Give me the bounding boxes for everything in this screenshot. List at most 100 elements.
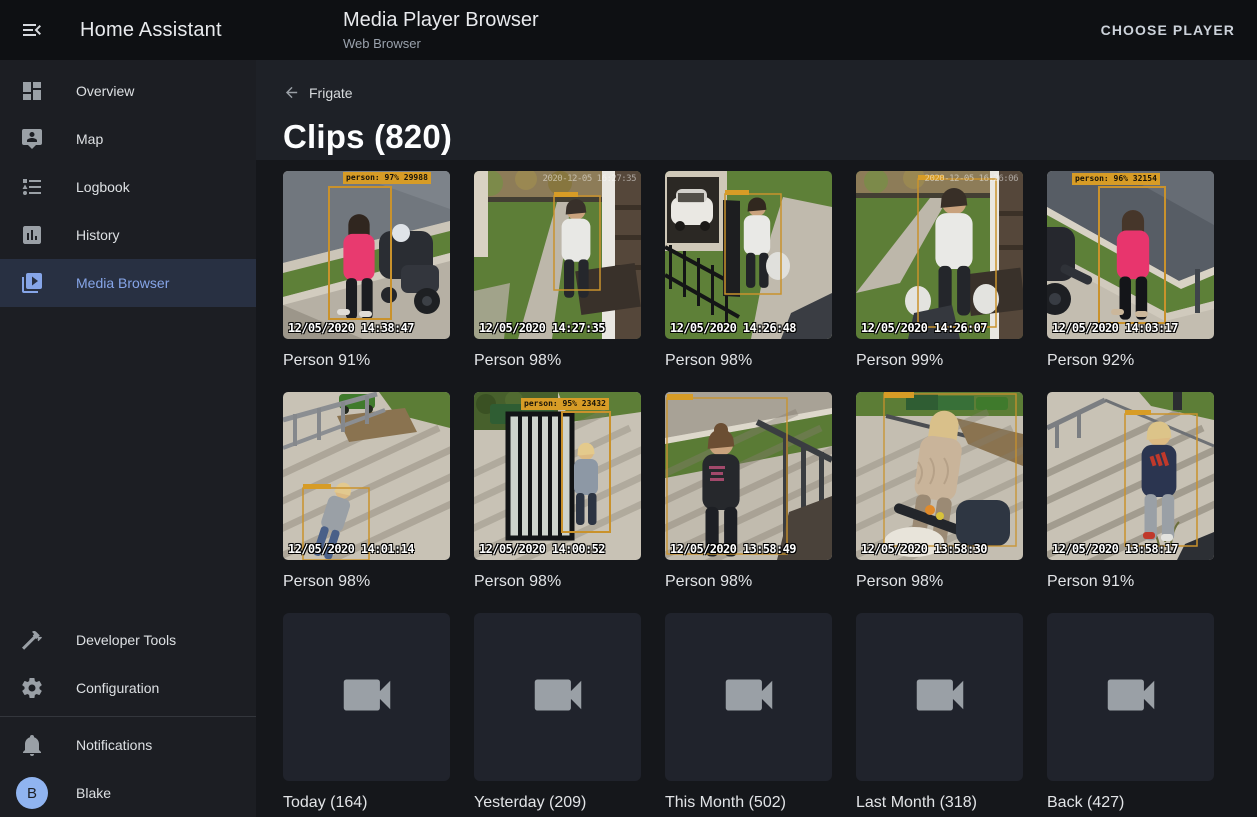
folder-card-yesterday-209-[interactable]: Yesterday (209) [474,613,641,812]
clip-scene-image [474,171,641,339]
clip-thumbnail[interactable]: person: 95% 2343212/05/2020 14:00:52 [474,392,641,560]
clip-timestamp-overlay: 12/05/2020 14:26:48 [670,321,796,335]
folder-label: Yesterday (209) [474,793,641,812]
sidebar-item-developer-tools[interactable]: Developer Tools [0,616,256,664]
sidebar-item-map[interactable]: Map [0,115,256,163]
sidebar-item-configuration[interactable]: Configuration [0,664,256,712]
history-icon [20,223,44,247]
video-icon [909,664,971,731]
camera-osd-timestamp: 2020-12-05 16:26:06 [925,174,1018,184]
clip-card[interactable]: 12/05/2020 14:26:48 Person 98% [665,171,832,370]
app-title: Home Assistant [80,19,222,42]
folder-tile[interactable] [856,613,1023,781]
clip-caption: Person 98% [474,572,641,591]
clip-thumbnail[interactable]: 2020-12-05 16:27:3512/05/2020 14:27:35 [474,171,641,339]
notifications-label: Notifications [76,737,152,753]
choose-player-button[interactable]: CHOOSE PLAYER [1089,0,1247,60]
gear-icon [20,676,44,700]
folder-tile[interactable] [474,613,641,781]
sidebar-item-history[interactable]: History [0,211,256,259]
folder-card-this-month-502-[interactable]: This Month (502) [665,613,832,812]
logbook-icon [20,175,44,199]
sidebar-item-media-browser[interactable]: Media Browser [0,259,256,307]
clip-card[interactable]: 12/05/2020 14:01:14Person 98% [283,392,450,591]
clip-thumbnail[interactable]: 2020-12-05 16:26:06 12/05/2020 14:26:07 [856,171,1023,339]
detection-label: person: 97% 29988 [343,172,431,184]
home-assistant-app: Home Assistant Media Player Browser Web … [0,0,1257,817]
clip-thumbnail[interactable]: person: 97% 29988 12/05/2020 14:38:47 [283,171,450,339]
clip-thumbnail[interactable]: 12/05/2020 14:01:14 [283,392,450,560]
clip-scene-image [1047,171,1214,339]
clip-thumbnail[interactable]: 12/05/2020 14:26:48 [665,171,832,339]
folder-tile[interactable] [283,613,450,781]
sidebar-item-logbook[interactable]: Logbook [0,163,256,211]
media-icon [20,271,44,295]
media-browser-subtitle: Web Browser [343,37,539,50]
video-icon [336,664,398,731]
clips-grid: person: 97% 29988 12/05/2020 14:38:47 Pers… [256,160,1216,613]
clip-scene-image [665,392,832,560]
clip-card[interactable]: person: 96% 3215412/05/2020 14:03:17 Pers… [1047,171,1214,370]
clip-timestamp-overlay: 12/05/2020 13:58:30 [861,542,987,556]
clip-timestamp-overlay: 12/05/2020 14:26:07 [861,321,987,335]
sidebar-item-user-profile[interactable]: B Blake [0,769,256,817]
clip-caption: Person 98% [856,572,1023,591]
folder-tile[interactable] [665,613,832,781]
clip-thumbnail[interactable]: 12/05/2020 13:58:30 [856,392,1023,560]
bell-icon [20,733,44,757]
clip-timestamp-overlay: 12/05/2020 14:01:14 [288,542,414,556]
clip-scene-image [1047,392,1214,560]
clip-caption: Person 91% [1047,572,1214,591]
clip-card[interactable]: 12/05/2020 13:58:49 Person 98% [665,392,832,591]
clip-timestamp-overlay: 12/05/2020 13:58:49 [670,542,796,556]
breadcrumb-label: Frigate [309,85,353,101]
breadcrumb-frigate[interactable]: Frigate [283,60,353,101]
clip-caption: Person 98% [665,572,832,591]
sidebar-item-label: Logbook [76,179,130,195]
content-header: Frigate Clips (820) [256,60,1257,160]
user-avatar: B [16,777,48,809]
clip-card[interactable]: 2020-12-05 16:26:0612/05/2020 14:26:07Pe… [856,171,1023,370]
clip-thumbnail[interactable]: person: 96% 3215412/05/2020 14:03:17 [1047,171,1214,339]
folder-label: Back (427) [1047,793,1214,812]
clip-scene-image [474,392,641,560]
page-title: Clips (820) [283,118,1257,156]
clip-thumbnail[interactable]: 12/05/2020 13:58:17 [1047,392,1214,560]
clip-caption: Person 91% [283,351,450,370]
folder-label: Today (164) [283,793,450,812]
video-icon [1100,664,1162,731]
clip-card[interactable]: person: 97% 29988 12/05/2020 14:38:47 Pers… [283,171,450,370]
camera-osd-timestamp: 2020-12-05 16:27:35 [543,174,636,184]
clip-scene-image [665,171,832,339]
user-name: Blake [76,785,111,801]
clip-card[interactable]: 12/05/2020 13:58:30 Person 98% [856,392,1023,591]
sidebar-item-label: Media Browser [76,275,169,291]
sidebar-nav: Overview Map Logbook History Media Browser [0,60,256,307]
sidebar-toggle-button[interactable] [20,18,44,42]
media-browser-title: Media Player Browser [343,10,539,30]
clip-scene-image [283,171,450,339]
clip-card[interactable]: 12/05/2020 13:58:17 Person 91% [1047,392,1214,591]
clip-card[interactable]: 2020-12-05 16:27:3512/05/2020 14:27:35Pe… [474,171,641,370]
sidebar-divider [0,716,256,717]
clip-scene-image [856,392,1023,560]
sidebar-item-label: Overview [76,83,134,99]
clip-timestamp-overlay: 12/05/2020 14:03:17 [1052,321,1178,335]
clip-caption: Person 92% [1047,351,1214,370]
top-app-bar: Home Assistant Media Player Browser Web … [0,0,1257,60]
folder-card-back-427-[interactable]: Back (427) [1047,613,1214,812]
sidebar-item-label: Configuration [76,680,159,696]
folder-card-today-164-[interactable]: Today (164) [283,613,450,812]
folder-card-last-month-318-[interactable]: Last Month (318) [856,613,1023,812]
clip-timestamp-overlay: 12/05/2020 13:58:17 [1052,542,1178,556]
folder-tile[interactable] [1047,613,1214,781]
sidebar-spacer [0,307,256,616]
sidebar-item-overview[interactable]: Overview [0,67,256,115]
clip-card[interactable]: person: 95% 2343212/05/2020 14:00:52 Pers… [474,392,641,591]
clip-timestamp-overlay: 12/05/2020 14:38:47 [288,321,414,335]
sidebar-item-notifications[interactable]: Notifications [0,721,256,769]
clip-scene-image [283,392,450,560]
clip-thumbnail[interactable]: 12/05/2020 13:58:49 [665,392,832,560]
sidebar-item-label: Developer Tools [76,632,176,648]
clip-caption: Person 98% [665,351,832,370]
